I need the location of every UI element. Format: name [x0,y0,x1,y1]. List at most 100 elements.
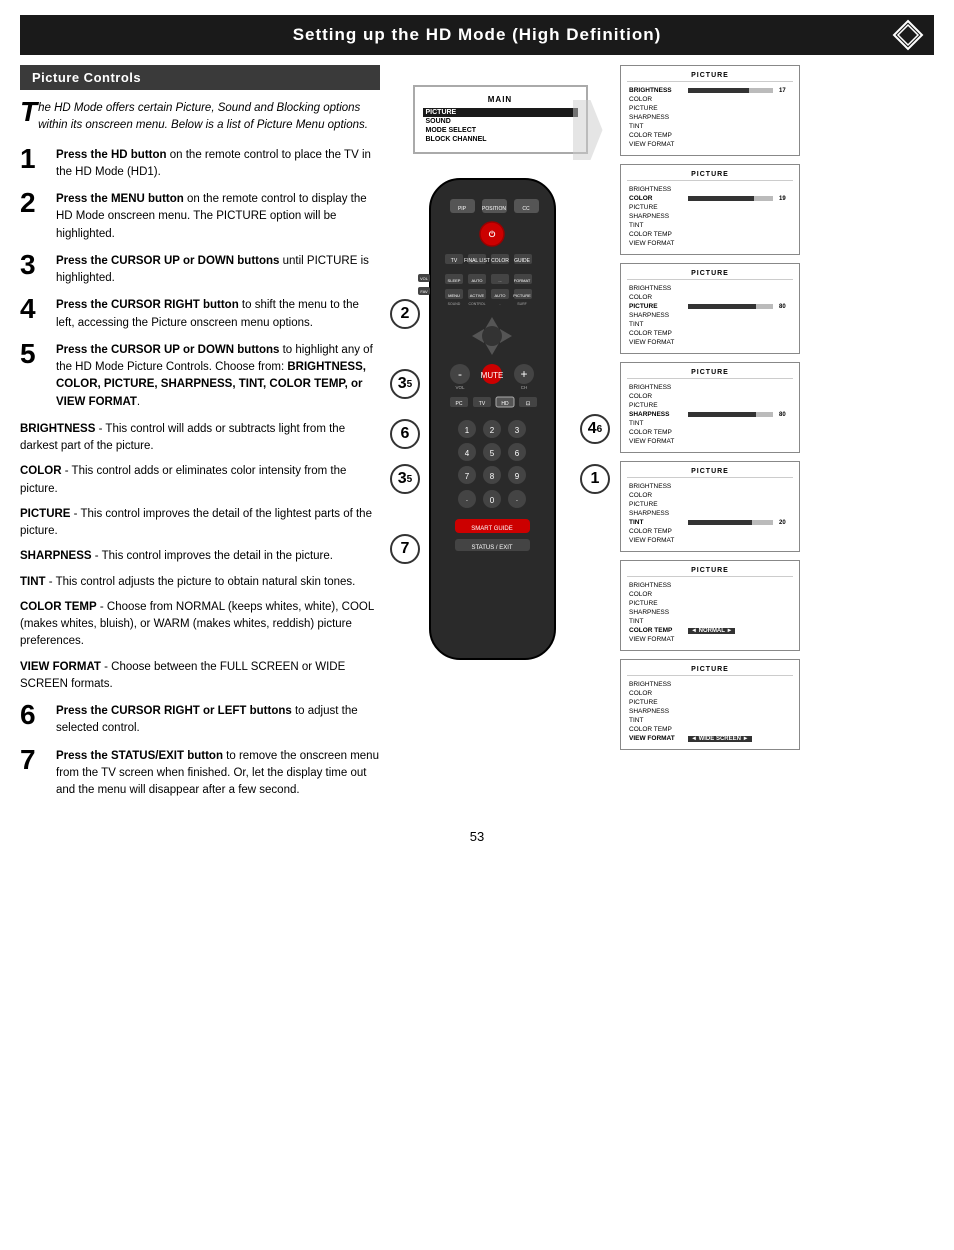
screenshot-7: PICTUREBRIGHTNESSCOLORPICTURESHARPNESSTI… [620,659,800,750]
screenshot-row-3-1: BRIGHTNESS [627,284,793,293]
svg-text:SOUND: SOUND [448,302,461,306]
step-1: 1 Press the HD button on the remote cont… [20,147,380,182]
desc-brightness: BRIGHTNESS - This control will adds or s… [20,421,380,456]
screenshot-row-2-6: COLOR TEMP [627,230,793,239]
step-number-7: 7 [20,746,48,774]
svg-text:7: 7 [465,472,470,481]
step-text-6: Press the CURSOR RIGHT or LEFT buttons t… [56,703,380,738]
svg-text:TV: TV [479,401,486,407]
svg-text:8: 8 [490,472,495,481]
step-3: 3 Press the CURSOR UP or DOWN buttons un… [20,253,380,288]
svg-text:4: 4 [465,449,470,458]
screenshot-5: PICTUREBRIGHTNESSCOLORPICTURESHARPNESSTI… [620,461,800,552]
svg-text:+: + [520,367,527,381]
step-2: 2 Press the MENU button on the remote co… [20,191,380,243]
screenshot-3: PICTURE BRIGHTNESSCOLORPICTURE80SHARPNESS… [620,263,800,354]
intro-body: he HD Mode offers certain Picture, Sound… [38,102,368,131]
svg-text:⏻: ⏻ [489,230,496,239]
svg-text:PICTURE: PICTURE [513,293,531,298]
step-badge-35b: 35 [390,464,420,494]
screenshot-row-1-3: PICTURE [627,104,793,113]
step-badge-6a: 6 [390,419,420,449]
svg-text:MENU: MENU [448,293,460,298]
tv-menu-item-block: BLOCK CHANNEL [423,135,578,144]
step-text-1: Press the HD button on the remote contro… [56,147,380,182]
svg-text:2: 2 [490,426,495,435]
middle-column: MAIN PICTURE SOUND MODE SELECT BLOCK CHA… [390,65,610,809]
screenshot-row-6-6: COLOR TEMP◄ NORMAL ► [627,626,793,635]
svg-text:FINAL LIST: FINAL LIST [464,258,490,264]
step-badge-1: 1 [580,464,610,494]
screenshot-title-7: PICTURE [627,666,793,676]
step-number-1: 1 [20,145,48,173]
svg-text:VOL: VOL [455,385,465,390]
screenshot-row-7-1: BRIGHTNESS [627,680,793,689]
screenshot-row-4-5: TINT [627,419,793,428]
screenshot-row-1-1: BRIGHTNESS17 [627,86,793,95]
screenshot-4: PICTUREBRIGHTNESSCOLORPICTURESHARPNESS80… [620,362,800,453]
svg-text:6: 6 [515,449,520,458]
page-number: 53 [0,829,954,854]
screenshot-row-5-4: SHARPNESS [627,509,793,518]
svg-text:CONTROL: CONTROL [468,302,485,306]
screenshot-row-6-1: BRIGHTNESS [627,581,793,590]
screenshot-title-5: PICTURE [627,468,793,478]
screenshot-row-4-1: BRIGHTNESS [627,383,793,392]
screenshot-row-4-4: SHARPNESS80 [627,410,793,419]
svg-text:GUIDE: GUIDE [514,258,531,264]
svg-text:PC: PC [456,401,463,407]
screenshot-row-4-3: PICTURE [627,401,793,410]
screenshot-row-2-1: BRIGHTNESS [627,185,793,194]
step-text-2: Press the MENU button on the remote cont… [56,191,380,243]
step-number-5: 5 [20,340,48,368]
svg-text:-: - [458,367,462,381]
remote-svg: PIP POSITION CC ⏻ TV FINAL LIST COLOR GU… [400,169,585,699]
svg-text:PIP: PIP [458,206,467,212]
section-header: Picture Controls [20,65,380,90]
svg-text:ACTIVE: ACTIVE [470,293,485,298]
screenshot-row-2-5: TINT [627,221,793,230]
desc-tint: TINT - This control adjusts the picture … [20,574,380,591]
screenshot-row-2-2: COLOR19 [627,194,793,203]
screenshot-row-2-7: VIEW FORMAT [627,239,793,248]
screenshot-row-6-3: PICTURE [627,599,793,608]
screenshot-row-7-7: VIEW FORMAT◄ WIDE SCREEN ► [627,734,793,743]
screenshot-row-3-4: SHARPNESS [627,311,793,320]
svg-text:AUTO: AUTO [494,293,505,298]
screenshot-row-1-4: SHARPNESS [627,113,793,122]
screenshot-row-7-4: SHARPNESS [627,707,793,716]
step-text-5: Press the CURSOR UP or DOWN buttons to h… [56,342,380,411]
tv-menu-title: MAIN [423,95,578,104]
screenshot-row-6-4: SHARPNESS [627,608,793,617]
screenshot-row-3-2: COLOR [627,293,793,302]
screenshot-row-3-5: TINT [627,320,793,329]
screenshot-row-2-3: PICTURE [627,203,793,212]
screenshot-title-3: PICTURE [627,270,793,280]
step-badge-2: 2 [390,299,420,329]
screenshot-row-6-7: VIEW FORMAT [627,635,793,644]
screenshot-row-3-3: PICTURE80 [627,302,793,311]
screenshot-row-1-5: TINT [627,122,793,131]
svg-text:FORMAT: FORMAT [514,278,531,283]
screenshot-row-5-3: PICTURE [627,500,793,509]
left-column: Picture Controls The HD Mode offers cert… [20,65,380,809]
screenshot-row-3-6: COLOR TEMP [627,329,793,338]
desc-color-temp: COLOR TEMP - Choose from NORMAL (keeps w… [20,599,380,651]
screenshot-row-7-5: TINT [627,716,793,725]
diamond-icon [892,19,924,51]
step-badge-46: 46 [580,414,610,444]
step-5: 5 Press the CURSOR UP or DOWN buttons to… [20,342,380,411]
page-header: Setting up the HD Mode (High Definition) [20,15,934,55]
tv-menu-item-picture: PICTURE [423,108,578,117]
step-number-6: 6 [20,701,48,729]
tv-menu-item-sound: SOUND [423,117,578,126]
svg-text:1: 1 [465,426,470,435]
svg-text:9: 9 [515,472,520,481]
screenshot-title-1: PICTURE [627,72,793,82]
step-text-7: Press the STATUS/EXIT button to remove t… [56,748,380,800]
svg-text:CC: CC [522,206,530,212]
step-6: 6 Press the CURSOR RIGHT or LEFT buttons… [20,703,380,738]
screenshot-row-4-7: VIEW FORMAT [627,437,793,446]
screenshot-row-5-1: BRIGHTNESS [627,482,793,491]
svg-text:TV: TV [451,258,458,264]
